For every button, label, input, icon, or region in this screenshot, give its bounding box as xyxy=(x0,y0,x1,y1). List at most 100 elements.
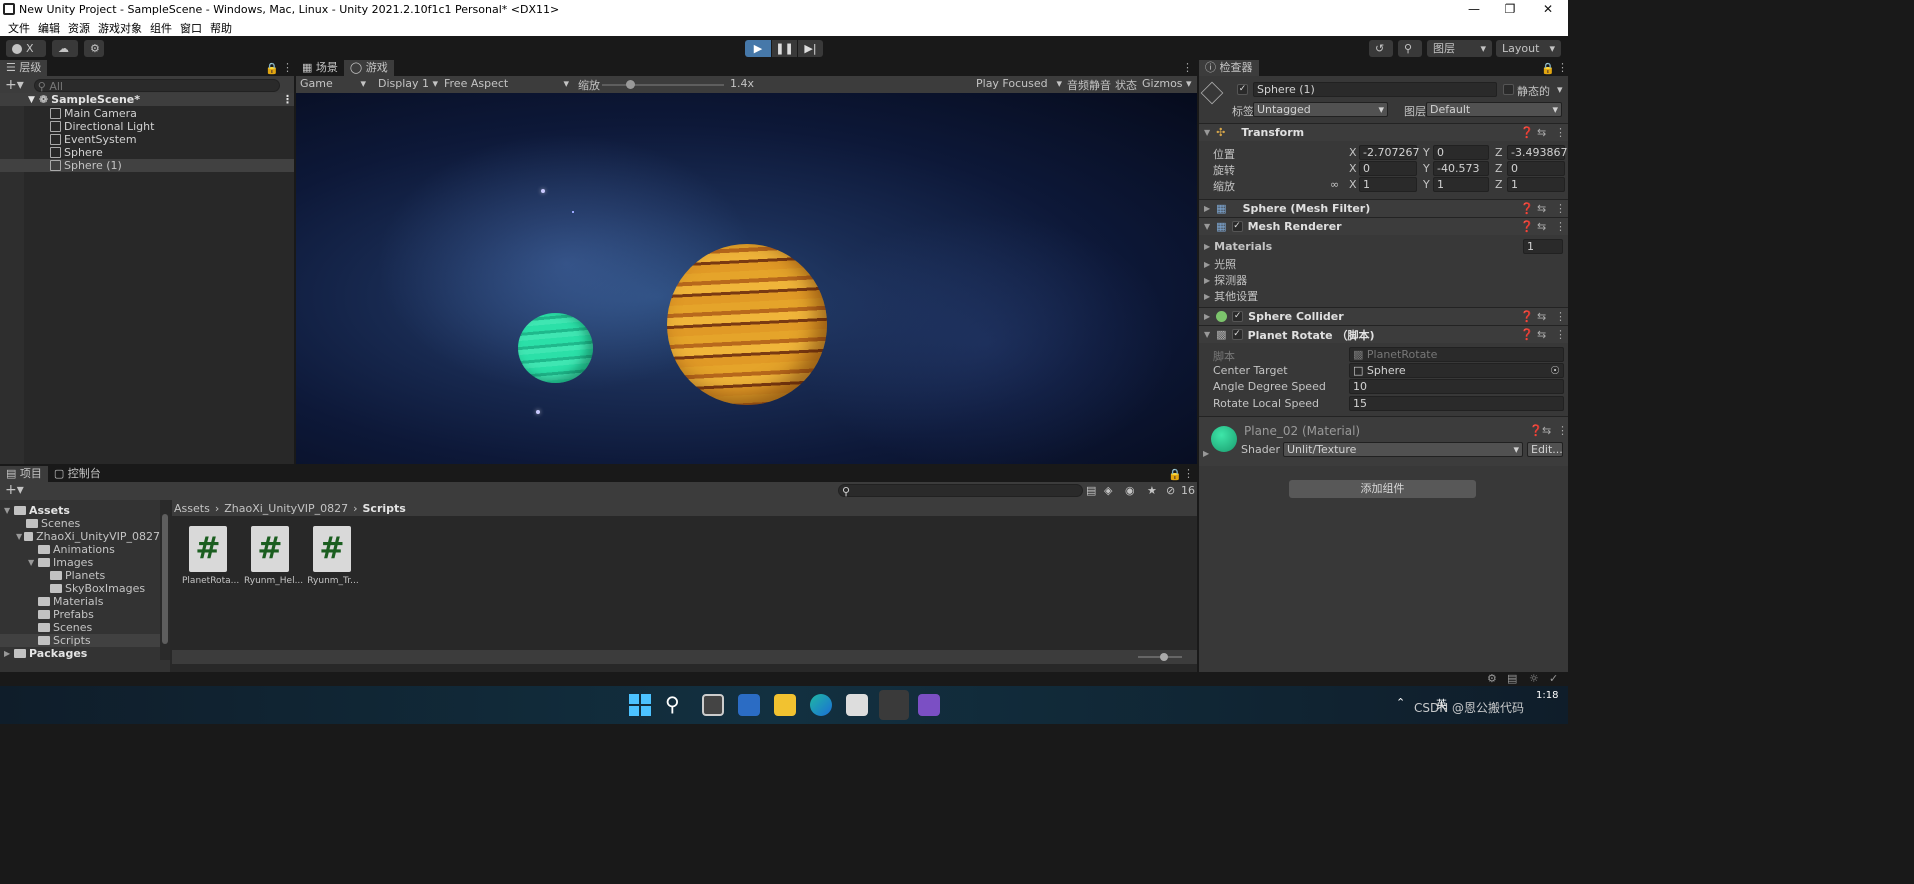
rotation-x-field[interactable]: 0 xyxy=(1359,161,1417,176)
lighting-icon[interactable]: ☼ xyxy=(1529,672,1539,685)
mesh-filter-header[interactable]: ▶ ▦ Sphere (Mesh Filter) ❓ ⇆ ⋮ xyxy=(1199,199,1568,217)
expand-icon[interactable]: ▼ xyxy=(28,95,35,105)
more-icon[interactable]: ⋮ xyxy=(282,93,293,106)
step-button[interactable]: ▶| xyxy=(798,40,823,57)
more-icon[interactable]: ⋮ xyxy=(1557,424,1568,437)
active-checkbox[interactable]: ✓ xyxy=(1237,84,1248,95)
play-focused-dropdown[interactable]: Play Focused ▾ xyxy=(976,77,1062,90)
project-tree-item[interactable]: Scripts xyxy=(0,634,160,647)
sphere-collider-header[interactable]: ▶ ✓ Sphere Collider ❓ ⇆ ⋮ xyxy=(1199,307,1568,325)
help-icon[interactable]: ❓ xyxy=(1520,310,1534,323)
more-icon[interactable]: ⋮ xyxy=(1555,220,1566,233)
icon-size-slider-handle[interactable] xyxy=(1160,653,1168,661)
hierarchy-item[interactable]: Main Camera xyxy=(50,107,137,120)
shader-dropdown[interactable]: Unlit/Texture ▾ xyxy=(1283,442,1523,457)
cloud-button[interactable]: ☁ xyxy=(52,40,78,57)
tree-scrollbar[interactable] xyxy=(160,500,170,660)
store-icon[interactable] xyxy=(846,694,868,716)
game-viewport[interactable] xyxy=(296,93,1197,464)
chevron-up-icon[interactable]: ⌃ xyxy=(1396,696,1405,709)
center-target-field[interactable]: □ Sphere ☉ xyxy=(1349,363,1564,378)
search-type-icon[interactable]: ▤ xyxy=(1086,484,1096,497)
menu-window[interactable]: 窗口 xyxy=(180,20,202,36)
static-checkbox[interactable] xyxy=(1503,84,1514,95)
breadcrumb-item[interactable]: Scripts xyxy=(363,502,406,515)
tab-game[interactable]: ◯ 游戏 xyxy=(343,60,394,76)
expand-icon[interactable]: ▶ xyxy=(1203,449,1209,458)
scale-slider-track[interactable] xyxy=(602,84,724,86)
tab-hierarchy[interactable]: ☰ 层级 xyxy=(0,60,48,76)
close-icon[interactable]: ✕ xyxy=(1531,0,1565,19)
unity-taskbar-icon[interactable] xyxy=(879,690,909,720)
menu-edit[interactable]: 编辑 xyxy=(38,20,60,36)
expand-icon[interactable]: ▼ xyxy=(16,532,24,541)
preset-icon[interactable]: ⇆ xyxy=(1537,328,1546,341)
hierarchy-search-input[interactable]: ⚲ All xyxy=(33,78,280,93)
lighting-foldout[interactable]: ▶ 光照 xyxy=(1204,256,1236,272)
expand-icon[interactable]: ▼ xyxy=(4,506,14,515)
scale-z-field[interactable]: 1 xyxy=(1507,177,1565,192)
layout-dropdown[interactable]: Layout ▾ xyxy=(1496,40,1561,57)
scale-x-field[interactable]: 1 xyxy=(1359,177,1417,192)
position-x-field[interactable]: -2.707267 xyxy=(1359,145,1419,160)
check-icon[interactable]: ✓ xyxy=(1549,672,1558,685)
file-explorer-icon[interactable] xyxy=(774,694,796,716)
enabled-checkbox[interactable]: ✓ xyxy=(1231,221,1243,232)
expand-icon[interactable]: ▶ xyxy=(4,649,14,658)
tab-console[interactable]: ▢ 控制台 xyxy=(48,466,107,482)
display-dropdown[interactable]: Display 1 ▾ xyxy=(378,77,438,90)
preset-icon[interactable]: ⇆ xyxy=(1537,310,1546,323)
debug-icon[interactable]: ⚙ xyxy=(1487,672,1497,685)
add-icon[interactable]: +▾ xyxy=(5,482,24,498)
lock-icon[interactable]: 🔒 xyxy=(1541,62,1555,75)
more-icon[interactable]: ⋮ xyxy=(1182,61,1193,74)
enabled-checkbox[interactable]: ✓ xyxy=(1231,329,1243,340)
more-icon[interactable]: ⋮ xyxy=(282,61,293,74)
tag-dropdown[interactable]: Untagged ▾ xyxy=(1253,102,1388,117)
project-tree-item[interactable]: Planets xyxy=(0,569,160,582)
more-icon[interactable]: ⋮ xyxy=(1555,202,1566,215)
probes-foldout[interactable]: ▶ 探测器 xyxy=(1204,272,1247,288)
transform-header[interactable]: ▼ ✣ Transform ❓ ⇆ ⋮ xyxy=(1199,123,1568,141)
local-speed-field[interactable]: 15 xyxy=(1349,396,1564,411)
hierarchy-item[interactable]: EventSystem xyxy=(50,133,137,146)
scene-row[interactable]: ▼ ❁ SampleScene* ⋮ xyxy=(0,93,294,106)
file-item[interactable]: # PlanetRota... xyxy=(182,526,239,586)
lock-icon[interactable]: 🔒 xyxy=(1168,468,1182,481)
layers-dropdown[interactable]: 图层 ▾ xyxy=(1427,40,1492,57)
project-tree-item[interactable]: ▼ Assets xyxy=(0,504,160,517)
shader-edit-button[interactable]: Edit... xyxy=(1527,442,1563,457)
aspect-dropdown[interactable]: Free Aspect ▾ xyxy=(444,77,569,90)
preset-icon[interactable]: ⇆ xyxy=(1537,126,1546,139)
minimize-icon[interactable]: — xyxy=(1457,0,1491,19)
scale-y-field[interactable]: 1 xyxy=(1433,177,1489,192)
cache-icon[interactable]: ▤ xyxy=(1507,672,1517,685)
hidden-packages-icon[interactable]: ⊘ xyxy=(1166,484,1175,497)
play-button[interactable]: ▶ xyxy=(745,40,771,57)
task-view-icon[interactable] xyxy=(702,694,724,716)
materials-count-field[interactable]: 1 xyxy=(1523,239,1563,254)
menu-component[interactable]: 组件 xyxy=(150,20,172,36)
object-name-field[interactable]: Sphere (1) xyxy=(1253,82,1497,97)
widgets-icon[interactable] xyxy=(738,694,760,716)
more-icon[interactable]: ⋮ xyxy=(1555,126,1566,139)
label-icon[interactable]: ◉ xyxy=(1125,484,1135,497)
search-icon[interactable]: ⚲ xyxy=(665,692,680,716)
angle-speed-field[interactable]: 10 xyxy=(1349,379,1564,394)
tab-inspector[interactable]: ⓘ 检查器 xyxy=(1199,60,1259,76)
chevron-down-icon[interactable]: ▾ xyxy=(1557,83,1563,96)
file-item[interactable]: # Ryunm_Tr... xyxy=(306,526,360,586)
preset-icon[interactable]: ⇆ xyxy=(1537,202,1546,215)
lock-icon[interactable]: 🔒 xyxy=(265,62,279,75)
menu-assets[interactable]: 资源 xyxy=(68,20,90,36)
help-icon[interactable]: ❓ xyxy=(1529,424,1543,437)
tab-project[interactable]: ▤ 项目 xyxy=(0,466,48,482)
gizmos-toggle[interactable]: Gizmos xyxy=(1142,77,1183,90)
more-icon[interactable]: ⋮ xyxy=(1183,467,1194,480)
project-tree-item[interactable]: ▼ Images xyxy=(0,556,160,569)
link-icon[interactable]: ∞ xyxy=(1330,178,1339,191)
preset-icon[interactable]: ⇆ xyxy=(1542,424,1551,437)
maximize-icon[interactable]: ❐ xyxy=(1493,0,1527,19)
help-icon[interactable]: ❓ xyxy=(1520,328,1534,341)
project-tree-item[interactable]: ▶ Packages xyxy=(0,647,160,660)
